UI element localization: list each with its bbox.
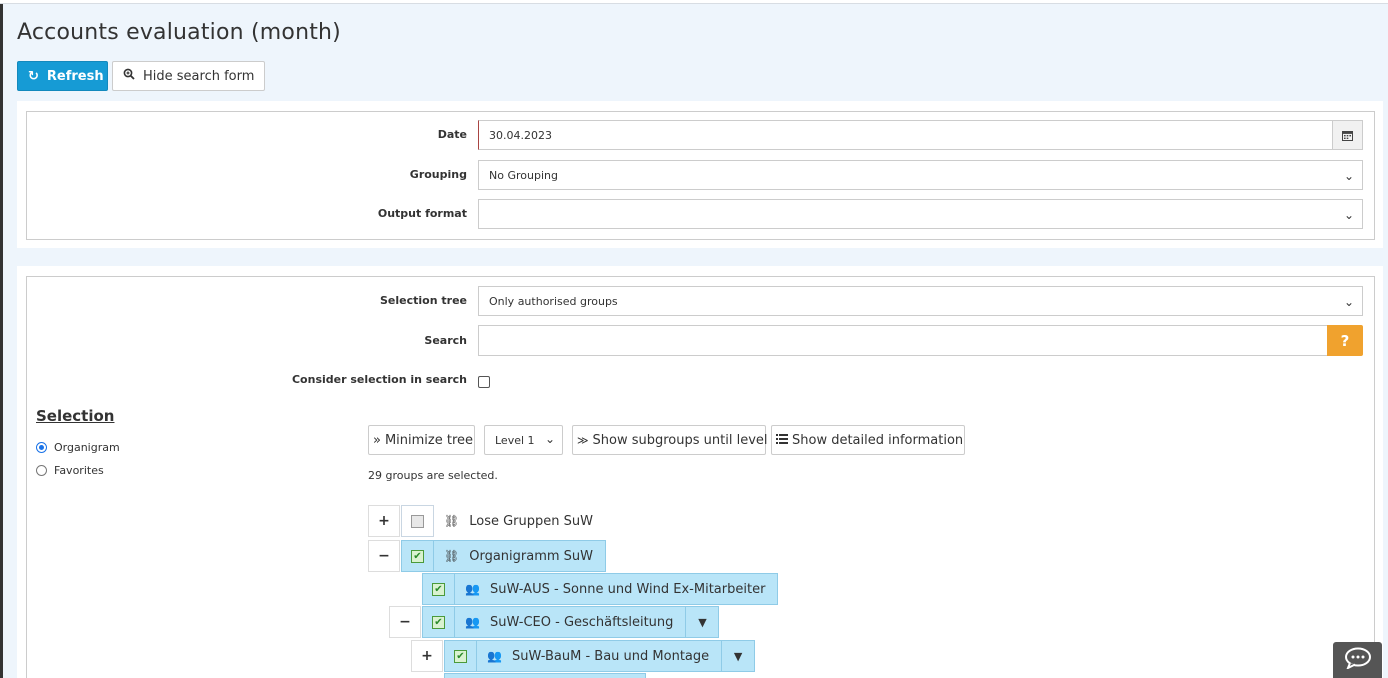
tree-node-checkbox-cell: ✔ <box>422 606 455 638</box>
tree-node-text: SuW-BauM - Bau und Montage <box>511 648 710 664</box>
tree-node-checkbox-cell: ✔ <box>444 640 477 672</box>
show-detailed-information-label: Show detailed information <box>792 432 964 448</box>
left-edge <box>0 0 3 678</box>
radio-label: Organigram <box>54 441 120 454</box>
date-value: 30.04.2023 <box>489 128 552 142</box>
grouping-value: No Grouping <box>489 168 558 182</box>
caret-down-icon[interactable]: ▼ <box>722 640 756 672</box>
tree-node-suw-baum[interactable]: ✔ 👥 SuW-BauM - Bau und Montage ▼ <box>444 640 756 672</box>
users-icon: 👥 <box>465 582 480 596</box>
date-field[interactable]: 30.04.2023 <box>478 120 1363 150</box>
help-button[interactable]: ? <box>1327 325 1363 356</box>
tree-node-label[interactable]: ⛓ Organigramm SuW <box>434 540 607 572</box>
level-value: Level 1 <box>495 433 535 447</box>
check-icon[interactable]: ✔ <box>454 649 467 663</box>
tree-node-lose-gruppen[interactable]: ⛓ Lose Gruppen SuW <box>401 505 605 537</box>
top-bar <box>0 0 1388 4</box>
tree-node-label[interactable]: 👥 SuW-AUS - Sonne und Wind Ex-Mitarbeite… <box>455 573 779 605</box>
collapse-toggle[interactable]: − <box>389 606 421 638</box>
selection-tree-select[interactable]: Only authorised groups ⌄ <box>478 286 1363 316</box>
users-icon: 👥 <box>465 615 480 629</box>
selection-tree-label: Selection tree <box>380 294 467 307</box>
radio-button[interactable] <box>36 442 47 453</box>
output-format-label: Output format <box>377 207 467 220</box>
minimize-tree-button[interactable]: » Minimize tree <box>368 425 475 455</box>
refresh-button[interactable]: ↻ Refresh <box>17 61 108 91</box>
tree-node-text: Lose Gruppen SuW <box>469 513 593 529</box>
calendar-icon[interactable] <box>1332 121 1362 149</box>
collapse-toggle[interactable]: − <box>368 540 400 572</box>
selection-tree-value: Only authorised groups <box>489 294 618 308</box>
tree-node-text: Organigramm SuW <box>469 548 594 564</box>
tree-node-suw-ceo[interactable]: ✔ 👥 SuW-CEO - Geschäftsleitung ▼ <box>422 606 720 638</box>
expand-toggle[interactable]: + <box>411 640 443 672</box>
double-chevron-right-icon: » <box>373 432 381 448</box>
hide-search-form-button[interactable]: Hide search form <box>112 61 265 91</box>
selected-count-text: 29 groups are selected. <box>368 469 498 482</box>
output-format-select[interactable]: ⌄ <box>478 199 1363 229</box>
check-icon[interactable]: ✔ <box>432 582 445 596</box>
tree-node-checkbox-cell: ✔ <box>401 540 434 572</box>
consider-selection-label: Consider selection in search <box>291 373 467 386</box>
tree-node-next-partial <box>444 673 646 678</box>
grouping-label: Grouping <box>409 168 467 181</box>
minimize-tree-label: Minimize tree <box>384 432 474 448</box>
hide-search-form-label: Hide search form <box>143 68 255 84</box>
list-icon <box>776 433 788 448</box>
tree-node-checkbox-cell: ✔ <box>422 573 455 605</box>
check-icon[interactable]: ✔ <box>411 549 424 563</box>
sitemap-icon: ⛓ <box>444 514 460 528</box>
refresh-icon: ↻ <box>28 68 39 84</box>
double-chevron-down-icon: ≫ <box>577 433 589 447</box>
radio-organigram[interactable]: Organigram <box>36 441 120 454</box>
grouping-select[interactable]: No Grouping ⌄ <box>478 160 1363 190</box>
chevron-down-icon: ⌄ <box>1343 169 1354 183</box>
chevron-down-icon: ⌄ <box>544 432 555 446</box>
chevron-down-icon: ⌄ <box>1343 295 1354 309</box>
chat-icon <box>1344 647 1372 673</box>
chevron-down-icon: ⌄ <box>1343 208 1354 222</box>
selection-title: Selection <box>36 407 115 425</box>
zoom-icon <box>123 68 135 84</box>
tree-node-label[interactable]: 👥 SuW-BauM - Bau und Montage <box>477 640 723 672</box>
tree-node-text: SuW-AUS - Sonne und Wind Ex-Mitarbeiter <box>489 581 766 597</box>
caret-down-icon[interactable]: ▼ <box>686 606 720 638</box>
radio-button[interactable] <box>36 465 47 476</box>
tree-node-suw-aus[interactable]: ✔ 👥 SuW-AUS - Sonne und Wind Ex-Mitarbei… <box>422 573 779 605</box>
show-detailed-information-button[interactable]: Show detailed information <box>771 425 965 455</box>
show-subgroups-label: Show subgroups until level <box>592 432 768 448</box>
refresh-label: Refresh <box>46 68 104 84</box>
show-subgroups-button[interactable]: ≫ Show subgroups until level <box>572 425 768 455</box>
users-icon: 👥 <box>487 649 502 663</box>
tree-node-label[interactable]: 👥 SuW-CEO - Geschäftsleitung <box>455 606 687 638</box>
sitemap-icon: ⛓ <box>444 549 460 563</box>
level-select[interactable]: Level 1 ⌄ <box>484 425 563 455</box>
search-input[interactable] <box>478 325 1328 356</box>
tree-node-organigramm[interactable]: ✔ ⛓ Organigramm SuW <box>401 540 607 572</box>
tree-node-checkbox-cell <box>401 505 434 537</box>
expand-toggle[interactable]: + <box>368 505 400 537</box>
search-label: Search <box>424 334 467 347</box>
page-title: Accounts evaluation (month) <box>17 20 341 45</box>
check-icon[interactable]: ✔ <box>432 615 445 629</box>
tree-node-label[interactable]: ⛓ Lose Gruppen SuW <box>434 505 605 537</box>
consider-selection-checkbox[interactable] <box>478 376 490 388</box>
tree-node-checkbox[interactable] <box>411 514 424 528</box>
radio-favorites[interactable]: Favorites <box>36 464 104 477</box>
tree-node-text: SuW-CEO - Geschäftsleitung <box>489 614 674 630</box>
radio-label: Favorites <box>54 464 104 477</box>
chat-button[interactable] <box>1333 642 1382 678</box>
date-label: Date <box>437 128 467 141</box>
